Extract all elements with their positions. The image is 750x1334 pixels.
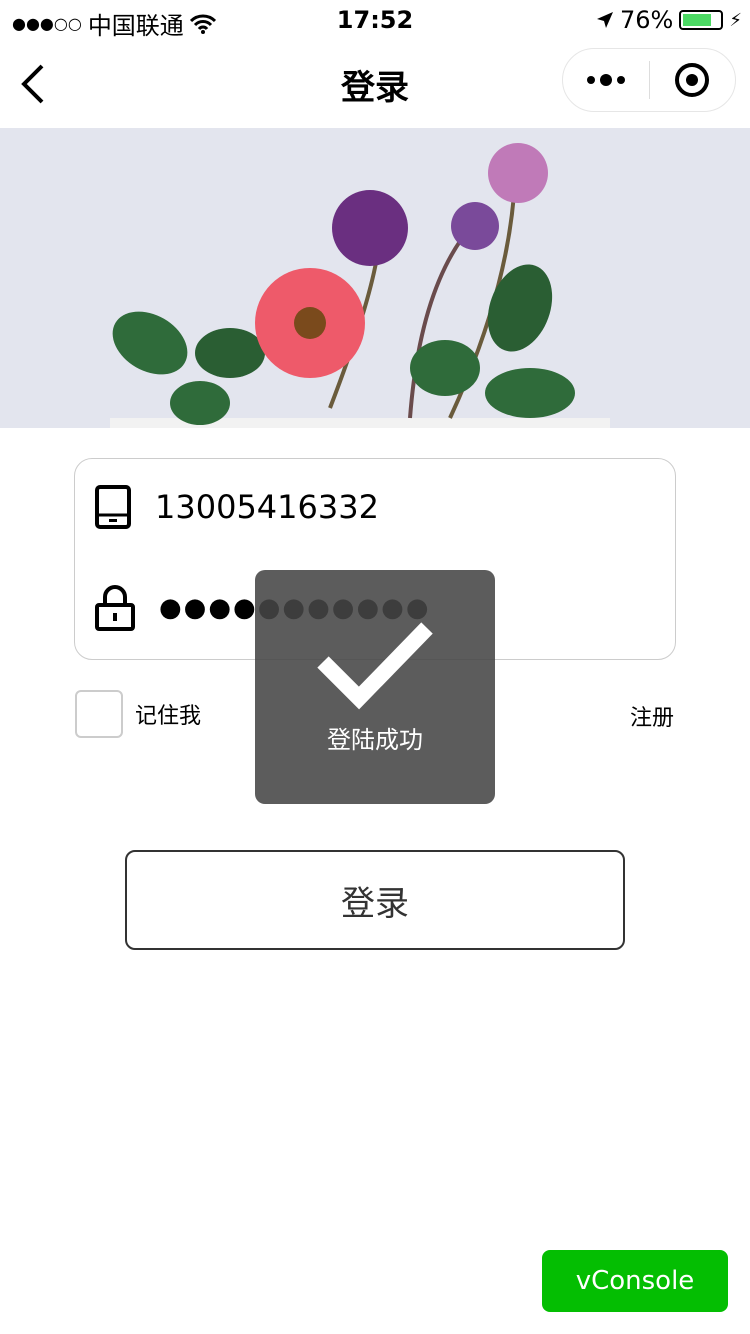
remember-checkbox[interactable] bbox=[75, 690, 123, 738]
target-icon bbox=[675, 63, 710, 97]
battery-icon bbox=[679, 10, 724, 30]
phone-input[interactable]: 13005416332 bbox=[155, 488, 379, 526]
lock-icon bbox=[95, 585, 135, 631]
banner-image bbox=[0, 128, 750, 428]
success-toast: 登陆成功 bbox=[255, 570, 495, 804]
login-button[interactable]: 登录 bbox=[125, 850, 625, 950]
nav-bar: 登录 bbox=[0, 40, 750, 128]
register-link[interactable]: 注册 bbox=[630, 700, 674, 732]
toast-text: 登陆成功 bbox=[327, 726, 423, 754]
charging-icon: ⚡ bbox=[729, 9, 742, 31]
battery-percent: 76% bbox=[620, 6, 674, 34]
remember-me[interactable]: 记住我 bbox=[75, 690, 201, 738]
location-icon bbox=[597, 12, 614, 28]
capsule-menu bbox=[562, 48, 736, 112]
more-icon bbox=[586, 74, 625, 86]
more-button[interactable] bbox=[563, 49, 649, 111]
close-miniprogram-button[interactable] bbox=[650, 49, 736, 111]
remember-label: 记住我 bbox=[135, 704, 202, 729]
status-bar: ●●●○○ 中国联通 17:52 76% ⚡ bbox=[0, 0, 750, 40]
phone-icon bbox=[95, 485, 131, 529]
vconsole-button[interactable]: vConsole bbox=[542, 1250, 728, 1312]
checkmark-icon bbox=[317, 622, 433, 710]
